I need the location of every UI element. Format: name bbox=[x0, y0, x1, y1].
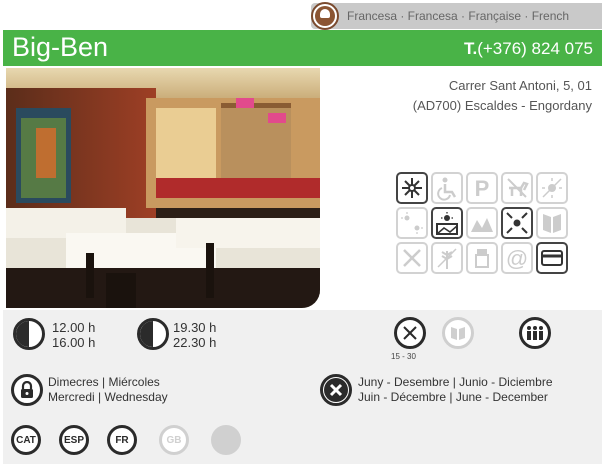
pets-allowed-icon bbox=[501, 172, 533, 204]
info-panel: 12.00 h 16.00 h 19.30 h 22.30 h 15 - 30 … bbox=[3, 310, 602, 464]
language-esp-icon[interactable]: ESP bbox=[59, 425, 89, 455]
language-cat-icon[interactable]: CAT bbox=[11, 425, 41, 455]
takeaway-icon bbox=[466, 242, 498, 274]
phone-prefix: T. bbox=[463, 39, 478, 58]
phone-number[interactable]: T.(+376) 824 075 bbox=[464, 39, 593, 59]
lunch-clock-icon bbox=[13, 318, 45, 350]
dinner-clock-icon bbox=[137, 318, 169, 350]
language-cat-label: CAT bbox=[16, 434, 36, 446]
closed-day-line-1: Dimecres | Miércoles bbox=[48, 375, 160, 389]
dinner-open: 19.30 h bbox=[173, 320, 217, 335]
restaurant-name: Big-Ben bbox=[12, 32, 109, 62]
cuisine-strip: Francesa · Francesa · Française · French bbox=[311, 2, 602, 30]
dinner-hours: 19.30 h 22.30 h bbox=[173, 320, 216, 350]
lunch-close: 16.00 h bbox=[52, 335, 96, 350]
cutlery-icon bbox=[396, 242, 428, 274]
price-cutlery-icon bbox=[394, 317, 426, 349]
air-conditioning-icon bbox=[396, 172, 428, 204]
header-bar: Big-Ben T.(+376) 824 075 bbox=[3, 30, 602, 66]
closed-period-line-1: Juny - Desembre | Junio - Diciembre bbox=[358, 375, 553, 389]
menu-book-icon bbox=[442, 317, 474, 349]
address-line-2: (AD700) Escaldes - Engordany bbox=[412, 98, 592, 113]
language-gb-icon[interactable]: GB bbox=[159, 425, 189, 455]
mountain-view-icon bbox=[466, 207, 498, 239]
at-icon: @ bbox=[501, 242, 533, 274]
language-fr-label: FR bbox=[115, 434, 129, 446]
restaurant-photo bbox=[6, 68, 320, 308]
closed-day-line-2: Mercredi | Wednesday bbox=[48, 390, 168, 404]
wheelchair-accessible-icon bbox=[431, 172, 463, 204]
lock-icon bbox=[11, 374, 43, 406]
svg-text:P: P bbox=[475, 176, 490, 201]
chef-hat-icon bbox=[311, 2, 339, 30]
dinner-close: 22.30 h bbox=[173, 335, 217, 350]
language-esp-label: ESP bbox=[63, 434, 84, 446]
closed-period-line-2: Juin - Décembre | June - December bbox=[358, 390, 548, 404]
address-line-1: Carrer Sant Antoni, 5, 01 bbox=[448, 78, 592, 93]
lunch-open: 12.00 h bbox=[52, 320, 96, 335]
lunch-hours: 12.00 h 16.00 h bbox=[52, 320, 95, 350]
outdoor-icon bbox=[396, 207, 428, 239]
view-icon bbox=[431, 207, 463, 239]
credit-card-icon bbox=[536, 242, 568, 274]
terrace-icon bbox=[536, 172, 568, 204]
closed-period-icon bbox=[320, 374, 352, 406]
parking-icon: P bbox=[466, 172, 498, 204]
closed-day: Dimecres | Miércoles Mercredi | Wednesda… bbox=[48, 375, 168, 405]
speech-bubble-icon bbox=[211, 425, 241, 455]
address: Carrer Sant Antoni, 5, 01 (AD700) Escald… bbox=[413, 76, 592, 116]
cuisine-label: Francesa · Francesa · Française · French bbox=[347, 9, 570, 23]
price-range: 15 - 30 bbox=[391, 352, 416, 361]
group-capacity-icon bbox=[519, 317, 551, 349]
phone-value: (+376) 824 075 bbox=[477, 39, 593, 58]
language-gb-label: GB bbox=[166, 434, 182, 446]
svg-text:@: @ bbox=[506, 246, 528, 271]
grain-icon bbox=[431, 242, 463, 274]
reservations-icon bbox=[501, 207, 533, 239]
closed-period: Juny - Desembre | Junio - Diciembre Juin… bbox=[358, 375, 553, 405]
language-fr-icon[interactable]: FR bbox=[107, 425, 137, 455]
menu-icon bbox=[536, 207, 568, 239]
